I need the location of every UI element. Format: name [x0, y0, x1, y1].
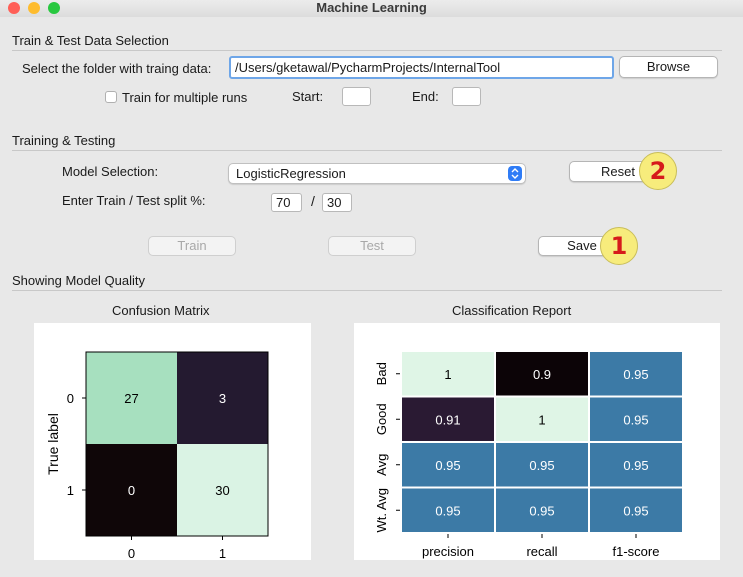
browse-button[interactable]: Browse	[619, 56, 718, 78]
classification-report-chart: 1 0.9 0.95 0.91 1 0.95 0.95 0.95 0.95 0.95 0.95 0.9…	[374, 352, 682, 559]
end-label: End:	[412, 89, 439, 104]
folder-label: Select the folder with traing data:	[22, 61, 212, 76]
heatmap-cell-label: 0.91	[435, 412, 460, 427]
x-tick-label: 1	[219, 546, 226, 560]
minimize-window-icon[interactable]	[28, 2, 40, 14]
annotation-badge-1: 1	[600, 227, 638, 265]
x-tick-label: 0	[128, 546, 135, 560]
heatmap-cell-label: 0.95	[435, 458, 460, 473]
confusion-matrix-title: Confusion Matrix	[112, 303, 210, 318]
window-title: Machine Learning	[316, 0, 427, 15]
y-tick-label: Good	[374, 403, 389, 435]
heatmap-cell-label: 3	[219, 391, 226, 406]
confusion-matrix-chart: 27 30 30010 1True label	[45, 351, 269, 561]
classification-report-title: Classification Report	[452, 303, 572, 318]
divider	[12, 290, 722, 291]
y-tick-label: Wt. Avg	[374, 488, 389, 533]
y-tick-label: 0	[67, 391, 74, 406]
quality-heading: Showing Model Quality	[12, 273, 145, 288]
heatmap-cell-label: 0.95	[623, 458, 648, 473]
multiple-runs-checkbox[interactable]	[105, 91, 117, 103]
start-label: Start:	[292, 89, 324, 104]
heatmap-cell-label: 0.95	[435, 503, 460, 518]
x-tick-label: f1-score	[613, 544, 660, 559]
model-select[interactable]: LogisticRegression	[228, 163, 526, 184]
model-select-value: LogisticRegression	[236, 166, 346, 181]
train-button[interactable]: Train	[148, 236, 236, 256]
data-selection-heading: Train & Test Data Selection	[12, 33, 169, 48]
train-split-input[interactable]: 70	[271, 193, 302, 212]
y-axis-label: True label	[45, 413, 61, 475]
heatmap-cell-label: 0.95	[623, 503, 648, 518]
multiple-runs-label: Train for multiple runs	[122, 90, 248, 105]
close-window-icon[interactable]	[8, 2, 20, 14]
divider	[12, 150, 722, 151]
divider	[12, 50, 722, 51]
zoom-window-icon[interactable]	[48, 2, 60, 14]
heatmap-cell-label: 0.95	[623, 367, 648, 382]
split-separator: /	[311, 193, 315, 209]
split-label: Enter Train / Test split %:	[62, 193, 206, 208]
test-button[interactable]: Test	[328, 236, 416, 256]
heatmap-cell-label: 0.95	[623, 412, 648, 427]
heatmap-cell-label: 0.95	[529, 503, 554, 518]
chevron-updown-icon	[508, 166, 522, 181]
start-input[interactable]	[342, 87, 371, 106]
heatmap-cell-label: 1	[444, 367, 451, 382]
heatmap-cell-label: 0	[128, 483, 135, 498]
heatmap-cell-label: 1	[538, 412, 545, 427]
title-bar: Machine Learning	[0, 0, 743, 17]
test-split-input[interactable]: 30	[322, 193, 352, 212]
end-input[interactable]	[452, 87, 481, 106]
model-selection-label: Model Selection:	[62, 164, 159, 179]
heatmap-cell-label: 27	[124, 391, 138, 406]
x-tick-label: precision	[422, 544, 474, 559]
x-tick-label: recall	[526, 544, 557, 559]
classification-report-panel: 1 0.9 0.95 0.91 1 0.95 0.95 0.95 0.95 0.95 0.95 0.9…	[354, 323, 720, 560]
heatmap-cell-label: 0.9	[533, 367, 551, 382]
folder-path-input[interactable]: /Users/gketawal/PycharmProjects/Internal…	[229, 56, 614, 79]
y-tick-label: Bad	[374, 362, 389, 385]
y-tick-label: 1	[67, 483, 74, 498]
heatmap-cell-label: 30	[215, 483, 229, 498]
training-heading: Training & Testing	[12, 133, 116, 148]
heatmap-cell-label: 0.95	[529, 458, 554, 473]
annotation-badge-2: 2	[639, 152, 677, 190]
confusion-matrix-panel: 27 3 0 30 0 1 0 1 True label	[34, 323, 311, 561]
y-tick-label: Avg	[374, 454, 389, 476]
